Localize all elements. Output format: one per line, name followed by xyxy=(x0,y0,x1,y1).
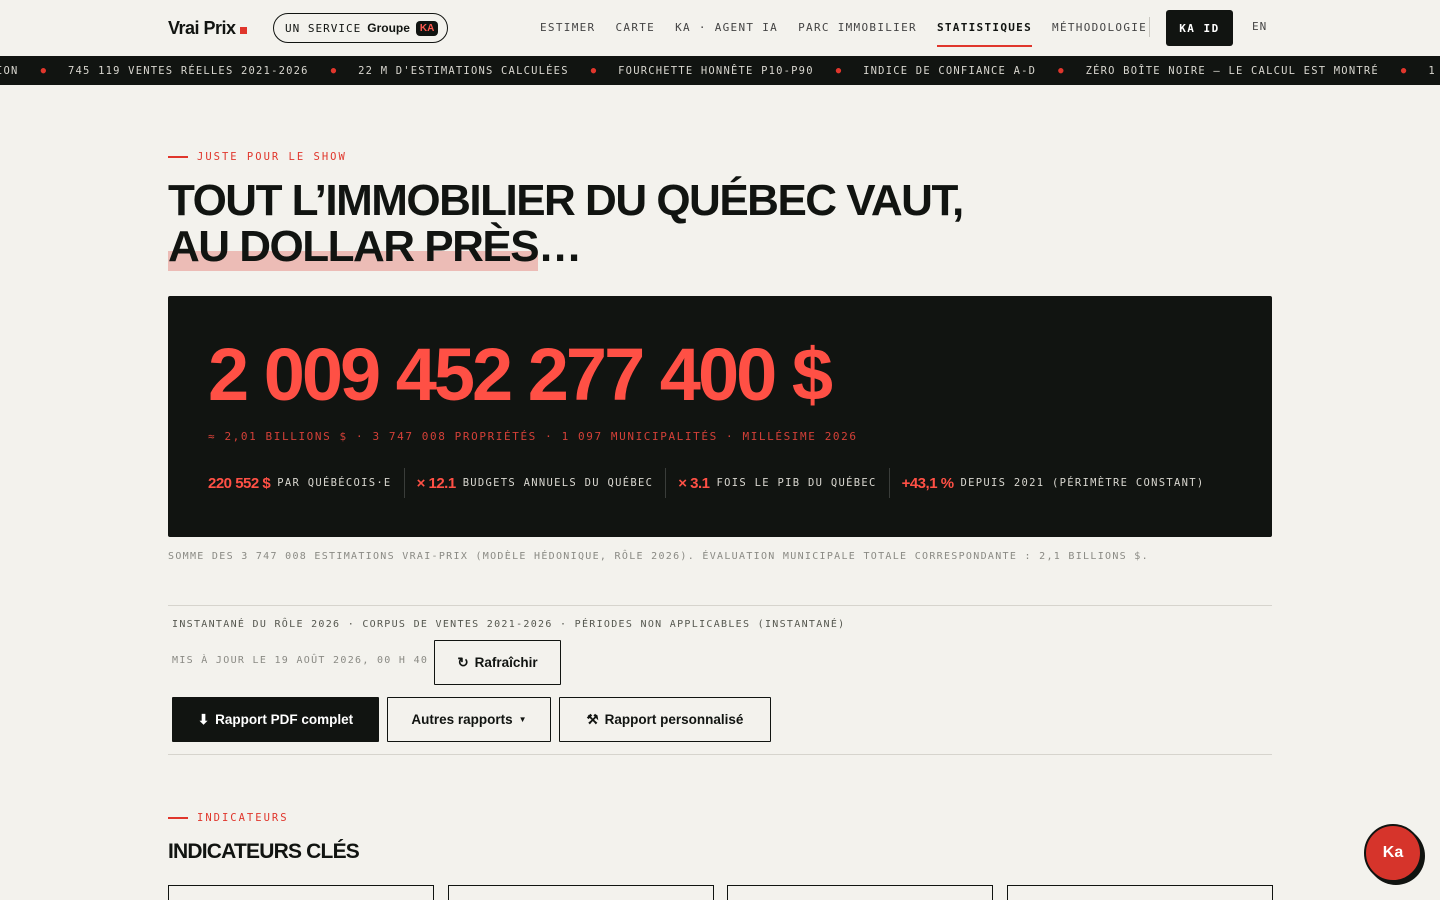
stat-value: × 12.1 xyxy=(416,474,457,492)
indicator-card xyxy=(448,885,714,900)
nav-item-parc-immobilier[interactable]: PARC IMMOBILIER xyxy=(798,0,917,56)
ticker-item: 22 M D'ESTIMATIONS CALCULÉES xyxy=(358,64,569,77)
hero-eyebrow: JUSTE POUR LE SHOW xyxy=(168,151,347,163)
ticker-bullet-icon: ● xyxy=(590,65,597,76)
hero-footnote: SOMME DES 3 747 008 ESTIMATIONS VRAI-PRI… xyxy=(168,551,1149,562)
refresh-label: Rafraîchir xyxy=(474,655,538,670)
main-nav: ESTIMER CARTE KA · AGENT IA PARC IMMOBIL… xyxy=(540,0,1147,56)
stat-label: FOIS LE PIB DU QUÉBEC xyxy=(716,477,877,489)
hero-title-suffix: … xyxy=(538,222,582,271)
stat-pib: × 3.1 FOIS LE PIB DU QUÉBEC xyxy=(665,468,888,498)
service-label: UN SERVICE xyxy=(285,21,362,35)
nav-item-estimer[interactable]: ESTIMER xyxy=(540,0,595,56)
logo[interactable]: Vrai Prix xyxy=(168,18,247,39)
ticker-item: 1 100 MU xyxy=(1428,64,1440,77)
refresh-button[interactable]: ↻ Rafraîchir xyxy=(434,640,561,685)
stat-budgets: × 12.1 BUDGETS ANNUELS DU QUÉBEC xyxy=(403,468,666,498)
custom-report-label: Rapport personnalisé xyxy=(604,712,744,727)
ticker-item: FOURCHETTE HONNÊTE P10-P90 xyxy=(618,64,814,77)
site-header: Vrai Prix UN SERVICE Groupe KA ESTIMER C… xyxy=(0,0,1440,56)
indicator-card xyxy=(168,885,434,900)
custom-report-button[interactable]: ⚒ Rapport personnalisé xyxy=(559,697,771,742)
indicators-eyebrow: INDICATEURS xyxy=(168,812,289,824)
ticker-bar: ION ● 745 119 VENTES RÉELLES 2021-2026 ●… xyxy=(0,56,1440,85)
ka-chat-button[interactable]: Ka xyxy=(1364,824,1422,882)
other-reports-label: Autres rapports xyxy=(411,712,513,727)
last-updated: MIS À JOUR LE 19 AOÛT 2026, 00 H 40 xyxy=(172,655,429,666)
other-reports-dropdown[interactable]: Autres rapports ▼ xyxy=(387,697,551,742)
nav-item-agent-ia[interactable]: KA · AGENT IA xyxy=(675,0,778,56)
total-value-panel: 2 009 452 277 400 $ ≈ 2,01 BILLIONS $ · … xyxy=(168,296,1272,537)
stat-label: BUDGETS ANNUELS DU QUÉBEC xyxy=(462,477,654,489)
nav-item-methodologie[interactable]: MÉTHODOLOGIE xyxy=(1052,0,1147,56)
nav-item-statistiques[interactable]: STATISTIQUES xyxy=(936,0,1033,56)
ticker-bullet-icon: ● xyxy=(1058,65,1064,76)
ticker-item: ZÉRO BOÎTE NOIRE — LE CALCUL EST MONTRÉ xyxy=(1085,64,1379,77)
indicators-title: INDICATEURS CLÉS xyxy=(168,840,360,863)
stat-growth: +43,1 % DEPUIS 2021 (PÉRIMÈTRE CONSTANT) xyxy=(888,468,1217,498)
ticker-bullet-icon: ● xyxy=(330,65,337,76)
ticker-item: ION xyxy=(0,64,19,77)
indicator-card xyxy=(727,885,993,900)
hero-title-highlight: AU DOLLAR PRÈS xyxy=(168,222,540,271)
ka-id-button[interactable]: KA ID xyxy=(1166,10,1233,46)
hero-title: TOUT L’IMMOBILIER DU QUÉBEC VAUT, AU DOL… xyxy=(168,176,988,271)
nav-divider xyxy=(1149,17,1150,37)
service-pill[interactable]: UN SERVICE Groupe KA xyxy=(273,13,449,43)
pdf-report-label: Rapport PDF complet xyxy=(215,712,354,727)
stat-value: +43,1 % xyxy=(901,474,954,492)
nav-item-carte[interactable]: CARTE xyxy=(615,0,655,56)
total-value: 2 009 452 277 400 $ xyxy=(208,333,833,416)
service-badge: KA xyxy=(415,20,439,36)
pdf-report-button[interactable]: ⬇ Rapport PDF complet xyxy=(172,697,379,742)
ticker-bullet-icon: ● xyxy=(40,65,46,76)
refresh-icon: ↻ xyxy=(457,654,469,670)
caret-down-icon: ▼ xyxy=(518,715,527,724)
tools-icon: ⚒ xyxy=(586,711,599,727)
stat-value: 220 552 $ xyxy=(208,474,271,492)
hero-title-line1: TOUT L’IMMOBILIER DU QUÉBEC VAUT, xyxy=(168,176,964,225)
ticker-bullet-icon: ● xyxy=(1400,65,1407,76)
ticker-item: INDICE DE CONFIANCE A-D xyxy=(863,64,1037,77)
toolbar-divider-bottom xyxy=(168,754,1272,755)
logo-square-icon xyxy=(239,27,247,34)
download-icon: ⬇ xyxy=(197,711,210,727)
toolbar-divider-top xyxy=(168,605,1272,606)
snapshot-info: INSTANTANÉ DU RÔLE 2026 · CORPUS DE VENT… xyxy=(172,619,846,630)
stat-label: DEPUIS 2021 (PÉRIMÈTRE CONSTANT) xyxy=(960,477,1205,489)
language-toggle[interactable]: EN xyxy=(1252,20,1267,33)
total-value-subline: ≈ 2,01 BILLIONS $ · 3 747 008 PROPRIÉTÉS… xyxy=(208,430,858,443)
indicator-card xyxy=(1007,885,1273,900)
stat-label: PAR QUÉBÉCOIS·E xyxy=(277,477,392,489)
ticker-item: 745 119 VENTES RÉELLES 2021-2026 xyxy=(68,64,309,77)
stats-row: 220 552 $ PAR QUÉBÉCOIS·E × 12.1 BUDGETS… xyxy=(208,468,1216,498)
ticker-bullet-icon: ● xyxy=(835,65,842,76)
stat-per-capita: 220 552 $ PAR QUÉBÉCOIS·E xyxy=(208,468,404,498)
ticker-track: ION ● 745 119 VENTES RÉELLES 2021-2026 ●… xyxy=(0,56,1440,85)
service-brand: Groupe xyxy=(367,21,410,35)
stat-value: × 3.1 xyxy=(678,474,710,492)
